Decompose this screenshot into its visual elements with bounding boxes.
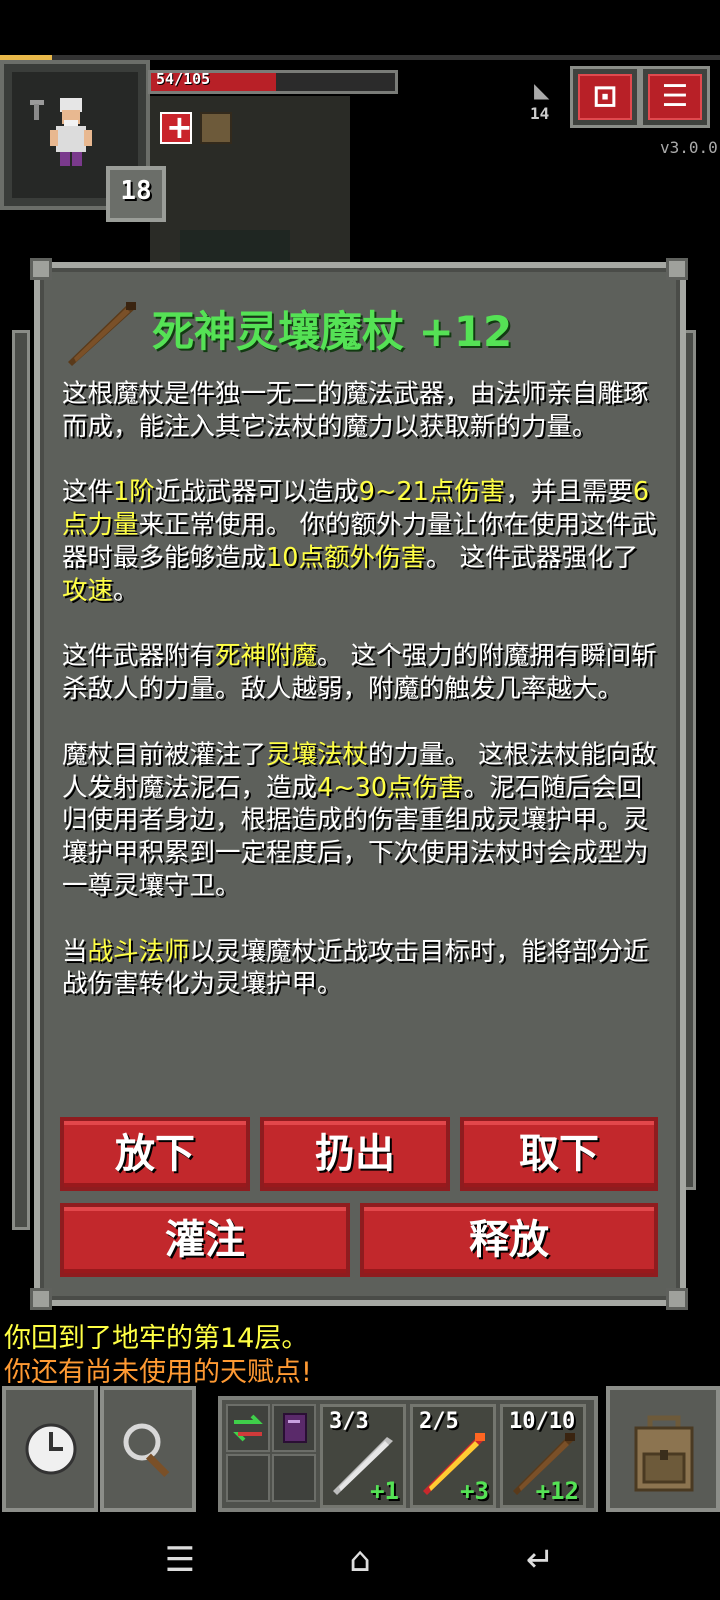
description-paragraph: 这件武器附有死神附魔。 这个强力的附魔拥有瞬间斩杀敌人的力量。敌人越弱，附魔的触… bbox=[62, 641, 657, 705]
search-button[interactable] bbox=[100, 1386, 196, 1512]
backpack-button[interactable] bbox=[606, 1386, 720, 1512]
clock-icon bbox=[25, 1423, 77, 1475]
empty-quickslot[interactable] bbox=[272, 1454, 316, 1502]
recent-apps-icon[interactable]: ☰ bbox=[150, 1535, 210, 1585]
dialog-corner bbox=[30, 258, 52, 280]
drop-button[interactable]: 放下 bbox=[60, 1117, 250, 1191]
spellbook-quickslot[interactable] bbox=[272, 1404, 316, 1452]
empty-quickslot[interactable] bbox=[226, 1454, 270, 1502]
depth-number: 14 bbox=[530, 104, 550, 123]
menu-button[interactable]: ☰ bbox=[640, 66, 710, 128]
version-label: v3.0.0 bbox=[660, 138, 718, 157]
description-paragraph: 当战斗法师以灵壤魔杖近战攻击目标时，能将部分近战伤害转化为灵壤护甲。 bbox=[62, 936, 649, 1000]
wand-upgrade: +12 bbox=[535, 1477, 579, 1505]
description-paragraph: 魔杖目前被灌注了灵壤法杖的力量。 这根法杖能向敌人发射魔法泥石，造成4~30点伤… bbox=[62, 739, 657, 901]
quickslot-wand-3[interactable]: 10/10 +12 bbox=[500, 1404, 586, 1508]
item-title: 死神灵壤魔杖 +12 bbox=[152, 307, 513, 356]
wand-upgrade: +3 bbox=[460, 1477, 489, 1505]
level-text: 18 bbox=[120, 176, 152, 206]
dialog-corner bbox=[666, 258, 688, 280]
wand-upgrade: +1 bbox=[370, 1477, 399, 1505]
level-badge: 18 bbox=[106, 166, 166, 222]
magic-staff-icon bbox=[68, 302, 136, 366]
wand-charges: 2/5 bbox=[419, 1409, 459, 1434]
menu-icon: ☰ bbox=[648, 74, 702, 120]
journal-icon: ⊡ bbox=[578, 74, 632, 120]
imbue-button[interactable]: 灌注 bbox=[60, 1203, 350, 1277]
spellbook-icon bbox=[283, 1413, 307, 1443]
quickslot-wand-1[interactable]: 3/3 +1 bbox=[320, 1404, 406, 1508]
release-button[interactable]: 释放 bbox=[360, 1203, 658, 1277]
panel-edge-left bbox=[12, 330, 30, 1230]
unequip-button[interactable]: 取下 bbox=[460, 1117, 658, 1191]
back-icon[interactable]: ↵ bbox=[510, 1535, 570, 1585]
description-paragraph: 这件1阶近战武器可以造成9~21点伤害，并且需要6点力量来正常使用。 你的额外力… bbox=[62, 477, 657, 606]
swap-quickslot-button[interactable] bbox=[226, 1404, 270, 1452]
dialog-corner bbox=[30, 1288, 52, 1310]
healing-buff-icon[interactable] bbox=[160, 108, 193, 146]
quickslot-wand-2[interactable]: 2/5 +3 bbox=[410, 1404, 496, 1508]
wand-charges: 3/3 bbox=[329, 1409, 369, 1434]
log-line: 你还有尚未使用的天赋点! bbox=[4, 1357, 312, 1388]
backpack-icon bbox=[634, 1415, 694, 1492]
home-icon[interactable]: ⌂ bbox=[330, 1535, 390, 1585]
description-paragraph: 这根魔杖是件独一无二的魔法武器，由法师亲自雕琢而成，能注入其它法杖的魔力以获取新… bbox=[62, 379, 649, 442]
armor-buff-icon[interactable] bbox=[200, 112, 232, 144]
item-description: 这根魔杖是件独一无二的魔法武器，由法师亲自雕琢而成，能注入其它法杖的魔力以获取新… bbox=[62, 378, 662, 1001]
wait-button[interactable] bbox=[2, 1386, 98, 1512]
dialog-corner bbox=[666, 1288, 688, 1310]
journal-button[interactable]: ⊡ bbox=[570, 66, 640, 128]
hp-text: 54/105 bbox=[156, 70, 211, 88]
hero-sprite-icon bbox=[50, 98, 92, 166]
throw-button[interactable]: 扔出 bbox=[260, 1117, 450, 1191]
staff-emblem-icon bbox=[30, 100, 44, 120]
wand-charges: 10/10 bbox=[509, 1409, 576, 1434]
magnifier-icon bbox=[123, 1423, 170, 1478]
stairs-icon: ◣ bbox=[534, 78, 550, 102]
swap-arrows-icon bbox=[233, 1414, 263, 1442]
